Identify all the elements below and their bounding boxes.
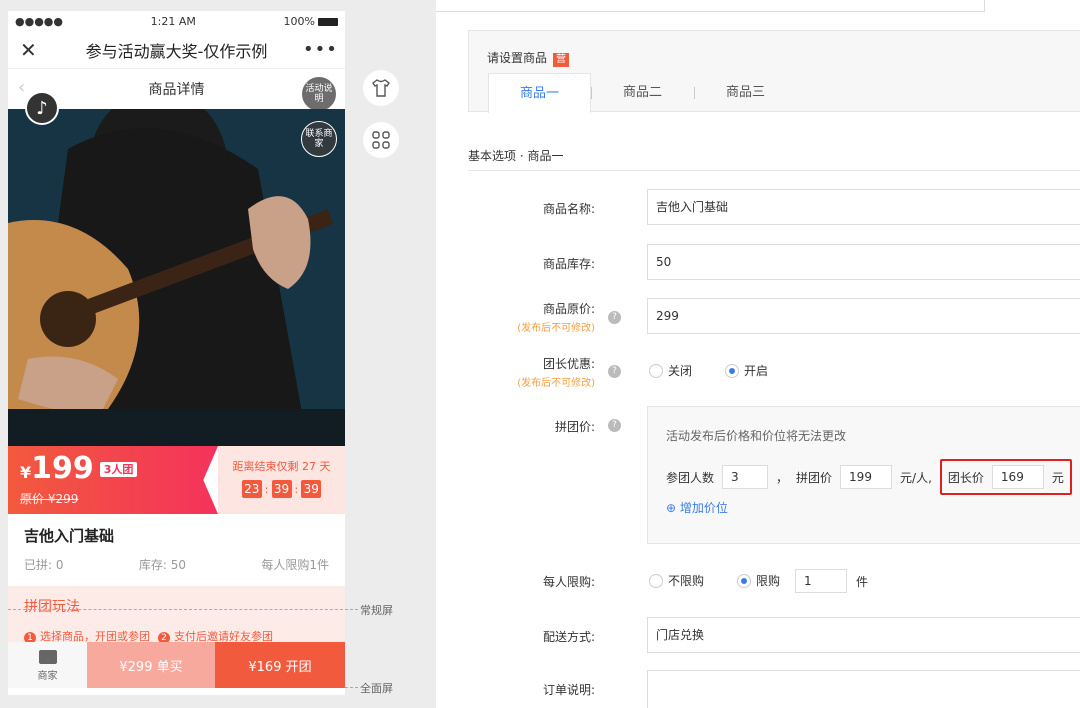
people-input[interactable]: 3 [722, 465, 769, 489]
leader-price-highlight: 团长价 169 元 [939, 459, 1072, 495]
product-tabs-box: 请设置商品营 商品一 商品二 商品三 [468, 30, 1080, 113]
shop-button[interactable]: 商家 [8, 642, 87, 688]
stock-count: 库存: 50 [138, 558, 186, 572]
bottom-action-bar: 商家 ¥299 单买 ¥169 开团 [8, 642, 345, 688]
lprice-label: 团长价 [947, 470, 984, 485]
status-bar: ●●●●● 1:21 AM 100% [8, 11, 345, 31]
original-price-label: 商品原价: (发布后不可修改) [517, 302, 595, 334]
limit-unit: 件 [856, 575, 869, 589]
price-note: 活动发布后价格和价位将无法更改 [666, 429, 847, 443]
contact-merchant-button[interactable]: 联系商家 [301, 121, 337, 157]
countdown-hours: 23 [241, 480, 262, 498]
original-price: 原价 ¥299 [20, 492, 79, 506]
gprice-input[interactable]: 199 [840, 465, 893, 489]
music-icon[interactable]: ♪ [25, 91, 59, 125]
buy-alone-button[interactable]: ¥299 单买 [87, 642, 215, 688]
normal-screen-marker: 常规屏 [360, 604, 393, 617]
grid-icon[interactable] [363, 122, 399, 158]
group-price-box: 活动发布后价格和价位将无法更改 参团人数 3 ， 拼团价 199 元/人, 团长… [647, 406, 1080, 544]
purchase-limit: 每人限购1件 [261, 558, 329, 572]
more-icon[interactable]: ••• [303, 39, 337, 60]
section-divider [468, 170, 1080, 171]
group-price-label: 拼团价: [554, 420, 595, 434]
set-product-label: 请设置商品营 [487, 49, 570, 67]
battery-icon [317, 17, 338, 26]
name-label: 商品名称: [542, 202, 595, 216]
countdown-label: 距离结束仅剩 27 天 [232, 460, 331, 473]
shop-icon [38, 650, 57, 664]
shipping-label: 配送方式: [542, 630, 595, 644]
nav-bar: ✕ 参与活动赢大奖-仅作示例 ••• [8, 31, 345, 69]
back-icon[interactable]: ‹ [18, 77, 25, 98]
countdown-minutes: 39 [271, 480, 292, 498]
shirt-icon[interactable] [363, 70, 399, 106]
settings-panel: 请设置商品营 商品一 商品二 商品三 基本选项 · 商品一 商品名称: 吉他入门… [436, 0, 1080, 708]
help-icon[interactable]: ? [608, 365, 621, 378]
phone-preview: ●●●●● 1:21 AM 100% ✕ 参与活动赢大奖-仅作示例 ••• ‹ … [8, 11, 345, 695]
people-label: 参团人数 [666, 470, 715, 485]
full-screen-marker: 全面屏 [360, 682, 393, 695]
sub-header: ‹ 商品详情 活动说明 [8, 69, 345, 112]
order-note-label: 订单说明: [542, 683, 595, 697]
rules-title: 拼团玩法 [24, 599, 80, 615]
start-group-button[interactable]: ¥169 开团 [215, 642, 345, 688]
order-note-input[interactable] [647, 670, 1080, 708]
countdown: 距离结束仅剩 27 天 23: 39: 39 [218, 446, 345, 514]
battery-indicator: 100% [284, 15, 338, 28]
stock-label: 商品库存: [542, 257, 595, 271]
group-price: ¥199 3人团 [20, 452, 206, 490]
product-stats: 已拼: 0 库存: 50 每人限购1件 [24, 556, 329, 573]
help-icon[interactable]: ? [608, 311, 621, 324]
add-price-button[interactable]: ⊕ 增加价位 [666, 499, 728, 516]
joined-count: 已拼: 0 [24, 558, 64, 572]
page-title: 参与活动赢大奖-仅作示例 [85, 41, 268, 61]
product-image: 联系商家 [8, 109, 345, 446]
group-rules: 拼团玩法 1 选择商品，开团或参团 2 支付后邀请好友参团 [8, 586, 345, 646]
limit-input[interactable]: 1 [795, 569, 847, 593]
section-title: 基本选项 · 商品一 [468, 149, 564, 163]
gprice-label: 拼团价 [796, 470, 833, 485]
limit-radio[interactable]: 限购 [737, 572, 780, 589]
signal-icon: ●●●●● [15, 14, 63, 28]
product-name: 吉他入门基础 [24, 527, 115, 545]
activity-info-button[interactable]: 活动说明 [301, 76, 337, 112]
tab-product-2[interactable]: 商品二 [591, 73, 694, 113]
limit-label: 每人限购: [542, 575, 595, 589]
countdown-seconds: 39 [301, 480, 322, 498]
full-screen-line [345, 687, 358, 688]
shipping-select[interactable]: 门店兑换 [647, 617, 1080, 653]
original-price-input[interactable]: 299 [647, 298, 1080, 334]
price-bar: ¥199 3人团 原价 ¥299 距离结束仅剩 27 天 23: 39: 39 [8, 446, 345, 514]
leader-discount-label: 团长优惠: (发布后不可修改) [517, 357, 595, 389]
stock-input[interactable]: 50 [647, 244, 1080, 280]
help-icon[interactable]: ? [608, 419, 621, 432]
close-icon[interactable]: ✕ [20, 38, 50, 62]
top-strip [436, 0, 985, 12]
tab-product-1[interactable]: 商品一 [488, 73, 591, 113]
leader-on-radio[interactable]: 开启 [725, 362, 768, 379]
leader-off-radio[interactable]: 关闭 [649, 362, 692, 379]
product-name-input[interactable]: 吉他入门基础 [647, 189, 1080, 225]
normal-screen-line [8, 609, 358, 610]
group-size-badge: 3人团 [99, 462, 138, 477]
no-limit-radio[interactable]: 不限购 [649, 572, 704, 589]
badge: 营 [553, 53, 570, 67]
status-time: 1:21 AM [150, 14, 196, 28]
tab-product-3[interactable]: 商品三 [694, 73, 797, 113]
leader-price-input[interactable]: 169 [991, 465, 1044, 489]
sub-title: 商品详情 [148, 82, 205, 98]
